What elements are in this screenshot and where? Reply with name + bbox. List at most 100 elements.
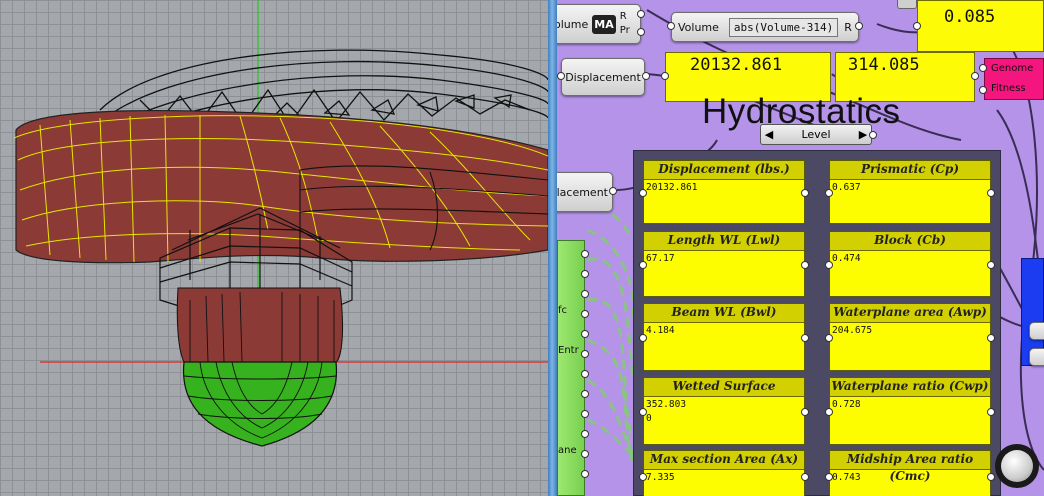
- green-param-label-3: ane: [558, 445, 577, 456]
- fitness-panel-port[interactable]: [913, 22, 921, 30]
- green-port-8[interactable]: [581, 390, 589, 398]
- stat-value: 352.803: [646, 399, 687, 410]
- stat-extra-value: 0: [646, 413, 652, 424]
- stat-output-port[interactable]: [987, 260, 995, 269]
- displacement-component-2[interactable]: placement: [557, 172, 613, 212]
- stat-output-port[interactable]: [987, 472, 995, 481]
- stat-input-port[interactable]: [639, 407, 647, 416]
- green-port-2[interactable]: [581, 270, 589, 278]
- expression-input-label: Volume: [678, 20, 719, 34]
- stat-input-port[interactable]: [825, 188, 833, 197]
- stat-title: Block (Cb): [830, 232, 990, 251]
- canvas-navigation-knob[interactable]: [995, 444, 1039, 488]
- stat-input-port[interactable]: [639, 333, 647, 342]
- stat-panel-max-section-area[interactable]: Max section Area (Ax) 7.335: [639, 450, 809, 496]
- stat-title: Waterplane ratio (Cwp): [830, 378, 990, 397]
- genome-label: Genome: [991, 63, 1034, 74]
- displacement-value: 20132.861: [690, 55, 783, 75]
- stat-input-port[interactable]: [825, 472, 833, 481]
- level-slider-port[interactable]: [869, 131, 877, 139]
- stat-panel-prismatic[interactable]: Prismatic (Cp) 0.637: [825, 160, 995, 224]
- stat-panel-beam-wl[interactable]: Beam WL (Bwl) 4.184: [639, 303, 809, 371]
- stat-output-port[interactable]: [987, 407, 995, 416]
- fitness-value-panel[interactable]: 0.085: [917, 0, 1044, 52]
- green-param-label-1: fc: [558, 305, 568, 316]
- expression-component[interactable]: Volume abs(Volume-314) R: [671, 12, 859, 42]
- stat-output-port[interactable]: [801, 260, 809, 269]
- volume-value: 314.085: [848, 55, 920, 75]
- panel-splitter[interactable]: [548, 0, 557, 496]
- hydrostatics-group[interactable]: Displacement (lbs.) 20132.861 Prismatic …: [633, 150, 1001, 496]
- displacement-component[interactable]: Displacement: [561, 58, 645, 96]
- fitness-label: Fitness: [991, 83, 1026, 94]
- hull-bulb: [176, 287, 344, 447]
- volume-component[interactable]: olume MA R Pr: [557, 4, 641, 44]
- stat-value: 4.184: [646, 325, 675, 336]
- stat-output-port[interactable]: [801, 188, 809, 197]
- green-port-1[interactable]: [581, 250, 589, 258]
- stat-output-port[interactable]: [801, 472, 809, 481]
- output-r: R: [619, 11, 627, 22]
- stat-input-port[interactable]: [825, 333, 833, 342]
- blue-component-stub-1[interactable]: [1029, 322, 1044, 340]
- green-port-5[interactable]: [581, 330, 589, 338]
- displacement-2-output-port[interactable]: [609, 187, 617, 195]
- stat-value: 0.474: [832, 253, 861, 264]
- stat-output-port[interactable]: [987, 188, 995, 197]
- stat-panel-length-wl[interactable]: Length WL (Lwl) 67.17: [639, 231, 809, 297]
- green-port-6[interactable]: [581, 350, 589, 358]
- hull-3d-model: [13, 0, 548, 447]
- green-port-3[interactable]: [581, 290, 589, 298]
- expression-input-port[interactable]: [667, 22, 675, 30]
- genome-fitness-component[interactable]: Genome Fitness: [984, 58, 1044, 100]
- stat-panel-waterplane-area[interactable]: Waterplane area (Awp) 204.675: [825, 303, 995, 371]
- level-slider[interactable]: ◀ Level ▶: [760, 124, 872, 145]
- output-r-port[interactable]: [637, 10, 645, 18]
- stat-input-port[interactable]: [639, 472, 647, 481]
- stat-panel-waterplane-ratio[interactable]: Waterplane ratio (Cwp) 0.728: [825, 377, 995, 445]
- stat-output-port[interactable]: [801, 407, 809, 416]
- slider-label: Level: [801, 128, 831, 141]
- stat-title: Waterplane area (Awp): [830, 304, 990, 323]
- stat-input-port[interactable]: [825, 260, 833, 269]
- input-parameter-bar[interactable]: fc Entr ane: [557, 240, 585, 496]
- rhino-viewport[interactable]: [0, 0, 548, 496]
- grasshopper-canvas[interactable]: olume MA R Pr Volume abs(Volume-314) R 0…: [557, 0, 1044, 496]
- stat-panel-displacement[interactable]: Displacement (lbs.) 20132.861: [639, 160, 809, 224]
- stat-input-port[interactable]: [639, 260, 647, 269]
- fitness-port[interactable]: [979, 86, 987, 94]
- ma-badge: MA: [592, 14, 616, 34]
- stat-input-port[interactable]: [639, 188, 647, 197]
- genome-port[interactable]: [979, 64, 987, 72]
- green-port-4[interactable]: [581, 310, 589, 318]
- displacement-input-port[interactable]: [557, 72, 565, 80]
- output-pr-port[interactable]: [637, 28, 645, 36]
- green-port-10[interactable]: [581, 430, 589, 438]
- displacement-component-label: Displacement: [565, 70, 641, 84]
- volume-outputs: R Pr: [620, 10, 630, 38]
- stat-output-port[interactable]: [801, 333, 809, 342]
- green-port-7[interactable]: [581, 370, 589, 378]
- stat-value: 67.17: [646, 253, 675, 264]
- stat-value: 20132.861: [646, 182, 698, 193]
- green-port-12[interactable]: [581, 470, 589, 478]
- output-pr: Pr: [619, 25, 630, 36]
- green-port-11[interactable]: [581, 450, 589, 458]
- expression-output-port[interactable]: [855, 22, 863, 30]
- blue-component-stub-2[interactable]: [1029, 348, 1044, 366]
- top-stub-component[interactable]: [897, 0, 917, 9]
- volume-panel-port[interactable]: [971, 72, 979, 80]
- stat-input-port[interactable]: [825, 407, 833, 416]
- stat-panel-block[interactable]: Block (Cb) 0.474: [825, 231, 995, 297]
- stat-panel-midship-area-ratio[interactable]: Midship Area ratio (Cmc) 0.743: [825, 450, 995, 496]
- displacement-output-port[interactable]: [642, 72, 650, 80]
- hull-upper-body: [13, 110, 548, 264]
- stat-output-port[interactable]: [987, 333, 995, 342]
- stat-panel-wetted-surface[interactable]: Wetted Surface 352.803 0: [639, 377, 809, 445]
- green-port-9[interactable]: [581, 410, 589, 418]
- slider-left-arrow-icon[interactable]: ◀: [761, 128, 777, 141]
- expression-text: abs(Volume-314): [728, 17, 839, 37]
- displacement-panel-port[interactable]: [661, 72, 669, 80]
- fitness-value: 0.085: [944, 7, 996, 27]
- stat-value: 7.335: [646, 472, 675, 483]
